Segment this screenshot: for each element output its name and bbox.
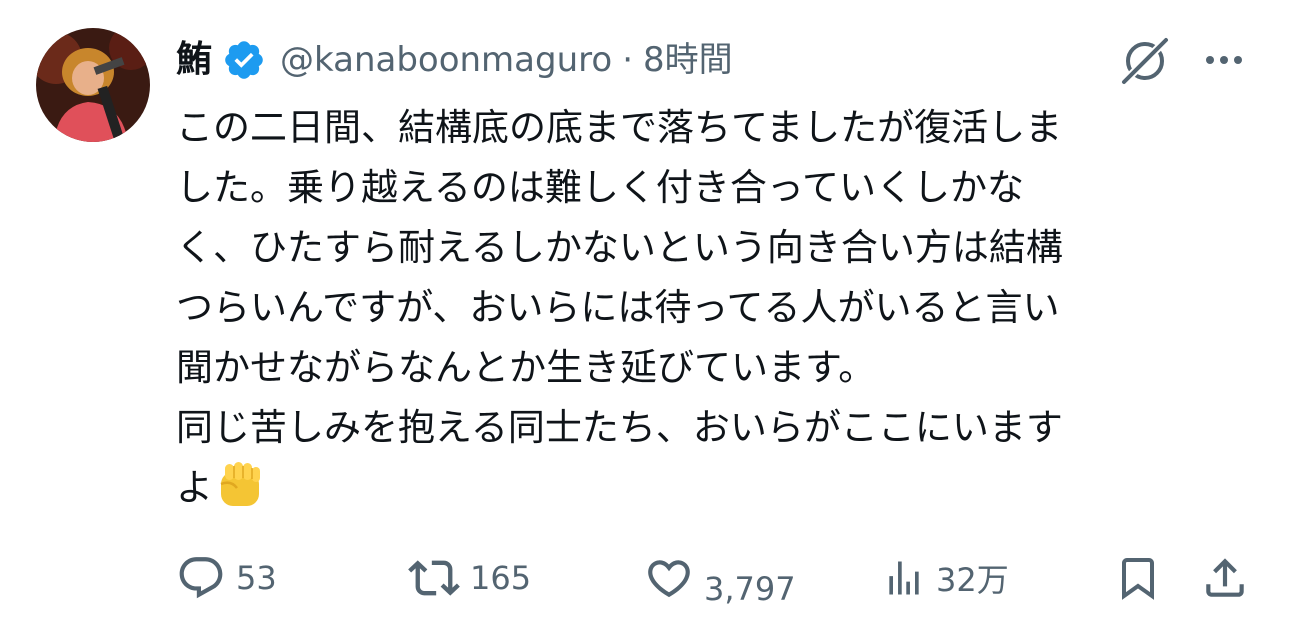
more-icon[interactable]	[1200, 40, 1248, 80]
tweet-line: く、ひたすら耐えるしかないという向き合い方は結構	[176, 226, 1063, 269]
retweet-count: 165	[470, 559, 532, 597]
share-button[interactable]	[1200, 546, 1250, 610]
reply-icon	[179, 557, 223, 599]
reply-count: 53	[236, 559, 277, 597]
retweet-button[interactable]: 165	[408, 546, 531, 610]
raised-fist-emoji-icon	[215, 458, 265, 508]
verified-badge-icon	[222, 38, 266, 82]
tweet-line: 同じ苦しみを抱える同士たち、おいらがここにいます	[176, 406, 1063, 449]
like-count: 3,797	[704, 570, 796, 608]
timestamp[interactable]: 8時間	[643, 30, 733, 90]
display-name[interactable]: 鮪	[176, 30, 212, 90]
tweet-line: 聞かせながらなんとか生き延びています。	[176, 346, 876, 389]
user-handle[interactable]: @kanaboonmaguro	[280, 30, 612, 90]
separator-dot: ·	[622, 40, 633, 80]
like-button[interactable]: 3,797	[644, 546, 796, 610]
tweet-card[interactable]: 鮪 @kanaboonmaguro · 8時間 この二日間、結構底の底まで落ちて…	[0, 0, 1300, 628]
bookmark-icon	[1122, 558, 1154, 600]
tweet-line: つらいんですが、おいらには待ってる人がいると言い	[176, 286, 1060, 329]
tweet-header: 鮪 @kanaboonmaguro · 8時間	[176, 30, 733, 90]
like-icon	[648, 560, 690, 598]
grok-icon[interactable]	[1116, 34, 1174, 86]
tweet-line-last: よ	[176, 458, 1236, 518]
views-count: 32万	[936, 561, 1009, 599]
views-icon	[889, 561, 919, 595]
tweet-line-text: よ	[176, 466, 213, 509]
tweet-line: した。乗り越えるのは難しく付き合っていくしかな	[176, 166, 1025, 209]
bookmark-button[interactable]	[1114, 546, 1162, 610]
views-button[interactable]: 32万	[882, 546, 1009, 610]
action-bar: 53 165 3,797 32万	[0, 546, 1300, 610]
avatar[interactable]	[36, 28, 150, 142]
tweet-text: この二日間、結構底の底まで落ちてましたが復活しま した。乗り越えるのは難しく付き…	[176, 98, 1236, 518]
tweet-line: この二日間、結構底の底まで落ちてましたが復活しま	[176, 106, 1063, 149]
retweet-icon	[408, 560, 460, 596]
share-icon	[1206, 558, 1244, 597]
reply-button[interactable]: 53	[176, 546, 277, 610]
